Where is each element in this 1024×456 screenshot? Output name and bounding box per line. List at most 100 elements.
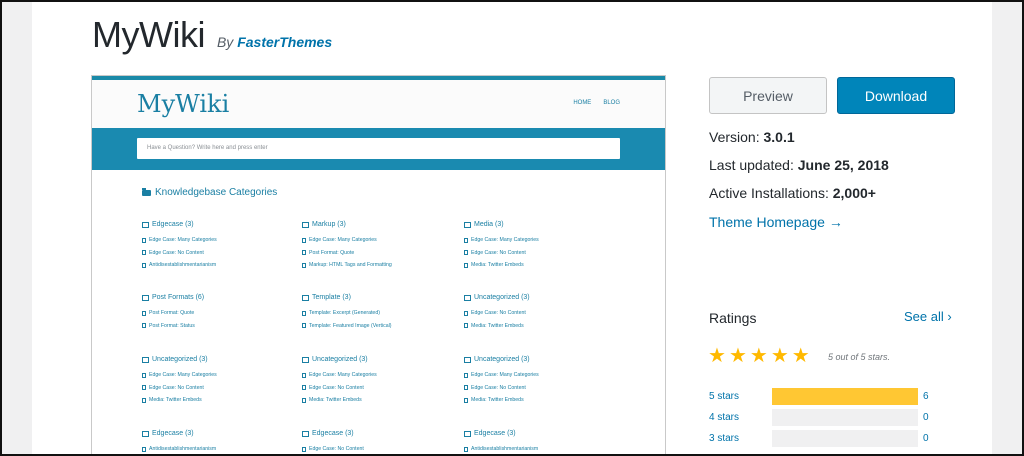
rating-row[interactable]: 5 stars 6: [709, 388, 929, 405]
article-title: Template: Featured Image (Vertical): [309, 322, 392, 329]
rating-bar-fill: [772, 388, 918, 405]
list-icon: [302, 221, 309, 228]
screenshot-article: Edge Case: Many Categories: [142, 234, 292, 247]
rating-bar: [772, 388, 918, 405]
document-icon: [302, 237, 306, 243]
document-icon: [302, 250, 306, 256]
category-title-text: Edgecase (3): [312, 430, 354, 437]
article-title: Template: Excerpt (Generated): [309, 310, 380, 317]
article-title: Antidisestablishmentarianism: [471, 446, 539, 453]
screenshot-category-title: Edgecase (3): [142, 221, 292, 228]
document-icon: [142, 446, 146, 452]
article-title: Edge Case: No Content: [471, 384, 526, 391]
screenshot-article: Edge Case: No Content: [142, 247, 292, 260]
installations-label: Active Installations:: [709, 185, 829, 201]
author-link[interactable]: FasterThemes: [237, 34, 332, 50]
screenshot-search-band: Have a Question? Write here and press en…: [92, 128, 665, 170]
screenshot-article: Post Format: Quote: [142, 307, 292, 320]
screenshot-article: Edge Case: Many Categories: [142, 369, 292, 382]
list-icon: [464, 356, 471, 363]
screenshot-category: Post Formats (6) Post Format: Quote Post F…: [142, 294, 292, 332]
document-icon: [302, 310, 306, 316]
screenshot-category-title: Uncategorized (3): [302, 356, 452, 363]
category-title-text: Edgecase (3): [152, 221, 194, 228]
screenshot-category-title: Uncategorized (3): [464, 294, 614, 301]
title-row: MyWiki By FasterThemes: [92, 14, 332, 56]
download-button[interactable]: Download: [837, 77, 955, 114]
screenshot-category-title: Edgecase (3): [142, 430, 292, 437]
preview-button[interactable]: Preview: [709, 77, 827, 114]
article-title: Markup: HTML Tags and Formatting: [309, 262, 392, 269]
screenshot-article: Media: Twitter Embeds: [142, 394, 292, 407]
document-icon: [464, 250, 468, 256]
category-title-text: Uncategorized (3): [474, 356, 530, 363]
screenshot-category-title: Markup (3): [302, 221, 452, 228]
document-icon: [142, 310, 146, 316]
theme-homepage-link[interactable]: Theme Homepage →: [709, 214, 843, 230]
rating-row[interactable]: 4 stars 0: [709, 409, 929, 426]
screenshot-article: Media: Twitter Embeds: [464, 320, 614, 333]
screenshot-article: Media: Twitter Embeds: [464, 259, 614, 272]
star-icon: ★: [791, 345, 810, 367]
article-title: Post Format: Status: [149, 322, 195, 329]
article-title: Edge Case: No Content: [309, 446, 364, 453]
rating-count: 6: [923, 391, 929, 402]
rating-bar: [772, 409, 918, 426]
screenshot-article: Edge Case: No Content: [302, 382, 452, 395]
article-title: Edge Case: No Content: [149, 384, 204, 391]
see-all-ratings-link[interactable]: See all ›: [904, 309, 952, 324]
screenshot-search-box: Have a Question? Write here and press en…: [137, 138, 620, 159]
document-icon: [302, 323, 306, 329]
version-label: Version:: [709, 129, 760, 145]
rating-bar: [772, 430, 918, 447]
star-icon: ★: [770, 345, 789, 367]
screenshot-nav: HOME BLOG: [573, 100, 620, 106]
document-icon: [302, 372, 306, 378]
rating-row-label[interactable]: 4 stars: [709, 412, 772, 423]
screenshot-article: Antidisestablishmentarianism: [142, 443, 292, 456]
rating-row[interactable]: 3 stars 0: [709, 430, 929, 447]
screenshot-nav-blog: BLOG: [603, 100, 620, 106]
folder-icon: [142, 187, 151, 196]
article-title: Antidisestablishmentarianism: [149, 446, 217, 453]
document-icon: [142, 385, 146, 391]
category-title-text: Edgecase (3): [152, 430, 194, 437]
screenshot-category-title: Edgecase (3): [464, 430, 614, 437]
document-icon: [142, 237, 146, 243]
article-title: Edge Case: No Content: [309, 384, 364, 391]
screenshot-article: Media: Twitter Embeds: [302, 394, 452, 407]
theme-screenshot: MyWiki HOME BLOG Have a Question? Write …: [91, 75, 666, 456]
category-title-text: Post Formats (6): [152, 294, 205, 301]
rating-row-label[interactable]: 5 stars: [709, 391, 772, 402]
document-icon: [302, 397, 306, 403]
by-prefix: By: [216, 34, 234, 50]
screenshot-category: Uncategorized (3) Edge Case: No Content Me…: [464, 294, 614, 332]
category-title-text: Uncategorized (3): [474, 294, 530, 301]
screenshot-article: Edge Case: No Content: [464, 382, 614, 395]
screenshot-article: Markup: HTML Tags and Formatting: [302, 259, 452, 272]
screenshot-article: Edge Case: No Content: [464, 307, 614, 320]
category-title-text: Uncategorized (3): [312, 356, 368, 363]
article-title: Media: Twitter Embeds: [149, 397, 202, 404]
screenshot-category: Edgecase (3) Antidisestablishmentarianism: [464, 430, 614, 456]
star-icon: ★: [728, 345, 747, 367]
list-icon: [142, 356, 149, 363]
list-icon: [142, 221, 149, 228]
list-icon: [302, 294, 309, 301]
article-title: Edge Case: Many Categories: [309, 237, 377, 244]
document-icon: [142, 397, 146, 403]
document-icon: [302, 385, 306, 391]
document-icon: [142, 262, 146, 268]
article-title: Media: Twitter Embeds: [471, 262, 524, 269]
article-title: Edge Case: Many Categories: [149, 237, 217, 244]
screenshot-category-title: Edgecase (3): [302, 430, 452, 437]
screenshot-category-title: Uncategorized (3): [464, 356, 614, 363]
document-icon: [302, 262, 306, 268]
rating-row-label[interactable]: 3 stars: [709, 433, 772, 444]
screenshot-article: Template: Featured Image (Vertical): [302, 320, 452, 333]
screenshot-kb-title: Knowledgebase Categories: [142, 187, 277, 198]
screenshot-article: Edge Case: Many Categories: [302, 369, 452, 382]
screenshot-article: Media: Twitter Embeds: [464, 394, 614, 407]
document-icon: [142, 250, 146, 256]
star-rating-text: 5 out of 5 stars.: [828, 352, 891, 362]
